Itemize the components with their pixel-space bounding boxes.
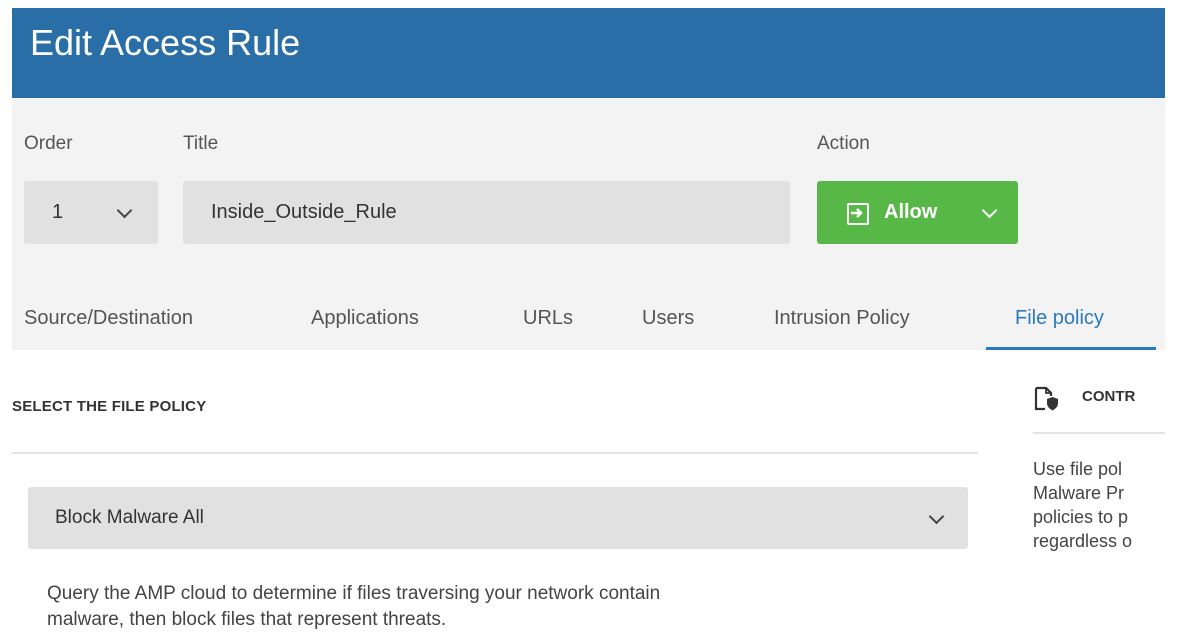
- file-policy-select[interactable]: Block Malware All: [28, 487, 968, 549]
- action-value: Allow: [884, 201, 938, 223]
- allow-arrow-icon: [847, 203, 869, 225]
- chevron-down-icon: [928, 508, 945, 525]
- action-label: Action: [817, 133, 870, 154]
- tab-file-policy[interactable]: File policy: [1015, 307, 1104, 330]
- order-value: 1: [52, 201, 64, 223]
- file-policy-description: Query the AMP cloud to determine if file…: [47, 581, 947, 633]
- chevron-down-icon: [116, 202, 133, 219]
- section-title: SELECT THE FILE POLICY: [12, 398, 207, 415]
- dialog-title: Edit Access Rule: [30, 22, 301, 63]
- divider: [1033, 432, 1165, 434]
- description-line: malware, then block files that represent…: [47, 609, 447, 630]
- divider: [12, 452, 978, 454]
- tab-users[interactable]: Users: [642, 307, 694, 330]
- chevron-down-icon: [981, 202, 998, 219]
- dialog-header: Edit Access Rule: [12, 8, 1165, 98]
- tab-urls[interactable]: URLs: [523, 307, 573, 330]
- tab-applications[interactable]: Applications: [311, 307, 419, 330]
- description-line: Query the AMP cloud to determine if file…: [47, 583, 661, 604]
- clipped-edge: [1165, 0, 1177, 638]
- file-policy-value: Block Malware All: [55, 507, 204, 528]
- file-shield-icon: [1034, 386, 1058, 411]
- tab-source-destination[interactable]: Source/Destination: [24, 307, 193, 330]
- side-panel-line: policies to p: [1033, 507, 1129, 527]
- side-panel-heading: CONTR: [1082, 388, 1136, 405]
- title-label: Title: [183, 133, 219, 154]
- side-panel-line: Malware Pr: [1033, 483, 1125, 503]
- order-select[interactable]: 1: [24, 181, 158, 244]
- order-label: Order: [24, 133, 73, 154]
- title-input[interactable]: [183, 181, 790, 244]
- side-panel-line: Use file pol: [1033, 459, 1123, 479]
- tab-intrusion-policy[interactable]: Intrusion Policy: [774, 307, 910, 330]
- side-panel-line: regardless o: [1033, 531, 1133, 551]
- side-panel-text: Use file pol Malware Pr policies to p re…: [1033, 457, 1132, 553]
- active-tab-indicator: [986, 347, 1156, 350]
- action-dropdown-button[interactable]: Allow: [817, 181, 1018, 244]
